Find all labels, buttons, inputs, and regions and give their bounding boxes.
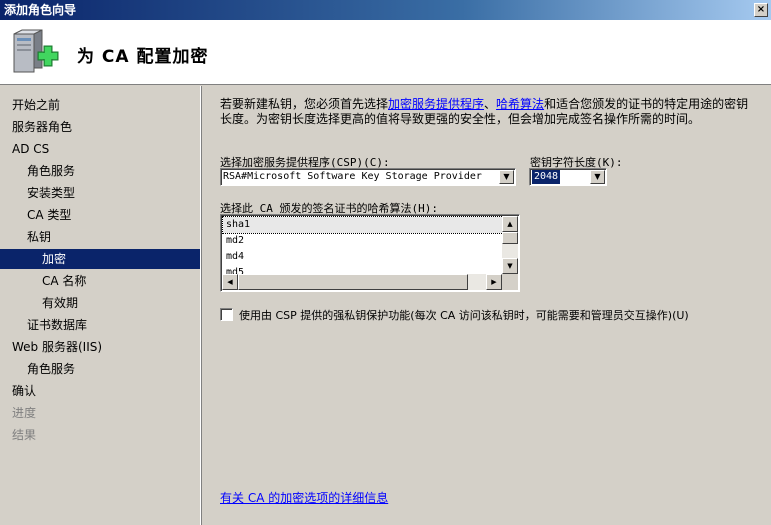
sidebar-item-label: 证书数据库 — [27, 318, 88, 332]
sidebar-item-label: 角色服务 — [27, 164, 76, 178]
sidebar-item-label: 进度 — [12, 406, 37, 420]
csp-value: RSA#Microsoft Software Key Storage Provi… — [223, 171, 482, 182]
scroll-thumb-horizontal[interactable] — [238, 274, 468, 290]
keylen-select[interactable]: 2048 ▼ — [529, 168, 607, 186]
sidebar-item[interactable]: AD CS — [0, 139, 200, 159]
wizard-header: 为 CA 配置加密 — [0, 20, 771, 85]
hash-option[interactable]: sha1 — [222, 216, 504, 234]
csp-help-link[interactable]: 加密服务提供程序 — [388, 97, 484, 111]
sidebar-item-label: 结果 — [12, 428, 37, 442]
sidebar-item-label: Web 服务器(IIS) — [12, 340, 103, 354]
sidebar-item-label: 服务器角色 — [12, 120, 73, 134]
scroll-up-icon[interactable]: ▲ — [502, 216, 518, 232]
close-button[interactable]: × — [754, 3, 768, 17]
sidebar-item[interactable]: 服务器角色 — [0, 117, 200, 137]
scroll-corner — [502, 274, 518, 290]
strong-protection-label[interactable]: 使用由 CSP 提供的强私钥保护功能(每次 CA 访问该私钥时，可能需要和管理员… — [239, 307, 689, 323]
wizard-nav: 开始之前 服务器角色 AD CS 角色服务 安装类型 CA 类型 私钥 加密 CA 名称 有效期证… — [0, 86, 202, 525]
sidebar-item-label: 安装类型 — [27, 186, 76, 200]
crypto-help-link[interactable]: 有关 CA 的加密选项的详细信息 — [220, 489, 388, 506]
main-panel: 若要新建私钥，您必须首先选择加密服务提供程序、哈希算法和适合您颁发的证书的特定用… — [204, 86, 771, 525]
description-text: 若要新建私钥，您必须首先选择加密服务提供程序、哈希算法和适合您颁发的证书的特定用… — [220, 97, 760, 127]
sidebar-item-label: 加密 — [42, 252, 67, 266]
page-title: 为 CA 配置加密 — [77, 47, 209, 67]
vertical-scrollbar[interactable]: ▲ ▼ — [502, 216, 518, 274]
scroll-left-icon[interactable]: ◀ — [222, 274, 238, 290]
chevron-down-icon[interactable]: ▼ — [499, 170, 514, 184]
sidebar-item-label: 有效期 — [42, 296, 79, 310]
scroll-thumb[interactable] — [502, 232, 518, 244]
hash-option[interactable]: md4 — [223, 249, 503, 265]
sidebar-item[interactable]: CA 类型 — [0, 205, 200, 225]
sidebar-item: 结果 — [0, 425, 200, 445]
desc-sep: 、 — [484, 97, 497, 111]
sidebar-item[interactable]: 角色服务 — [0, 161, 200, 181]
server-add-icon — [13, 29, 59, 73]
csp-select[interactable]: RSA#Microsoft Software Key Storage Provi… — [220, 168, 516, 186]
sidebar-item[interactable]: 加密 — [0, 249, 200, 269]
sidebar-item[interactable]: 确认 — [0, 381, 200, 401]
sidebar-item-label: 开始之前 — [12, 98, 61, 112]
sidebar-item[interactable]: 开始之前 — [0, 95, 200, 115]
scroll-right-icon[interactable]: ▶ — [486, 274, 502, 290]
sidebar-item-label: CA 类型 — [27, 208, 72, 222]
scroll-down-icon[interactable]: ▼ — [502, 258, 518, 274]
chevron-down-icon[interactable]: ▼ — [590, 170, 605, 184]
sidebar-item[interactable]: CA 名称 — [0, 271, 200, 291]
sidebar-item[interactable]: 角色服务 — [0, 359, 200, 379]
sidebar-item[interactable]: 私钥 — [0, 227, 200, 247]
keylen-value: 2048 — [532, 170, 561, 184]
sidebar-item-label: 角色服务 — [27, 362, 76, 376]
hash-listbox[interactable]: sha1 md2 md4 md5 ▲ ▼ ◀ ▶ — [220, 214, 520, 292]
window-titlebar: 添加角色向导 × — [0, 0, 771, 20]
nav-divider — [201, 86, 202, 525]
window-title: 添加角色向导 — [4, 3, 77, 17]
sidebar-item-label: AD CS — [12, 142, 50, 156]
sidebar-item[interactable]: 有效期 — [0, 293, 200, 313]
sidebar-item-label: 私钥 — [27, 230, 52, 244]
horizontal-scrollbar[interactable]: ◀ ▶ — [222, 274, 502, 290]
desc-prefix: 若要新建私钥，您必须首先选择 — [220, 97, 389, 111]
hash-option[interactable]: md2 — [223, 233, 503, 249]
sidebar-item: 进度 — [0, 403, 200, 423]
sidebar-item[interactable]: Web 服务器(IIS) — [0, 337, 200, 357]
sidebar-item-label: 确认 — [12, 384, 37, 398]
strong-protection-checkbox[interactable] — [220, 308, 233, 321]
sidebar-item[interactable]: 安装类型 — [0, 183, 200, 203]
sidebar-item-label: CA 名称 — [42, 274, 87, 288]
sidebar-item[interactable]: 证书数据库 — [0, 315, 200, 335]
hash-help-link[interactable]: 哈希算法 — [496, 97, 544, 111]
